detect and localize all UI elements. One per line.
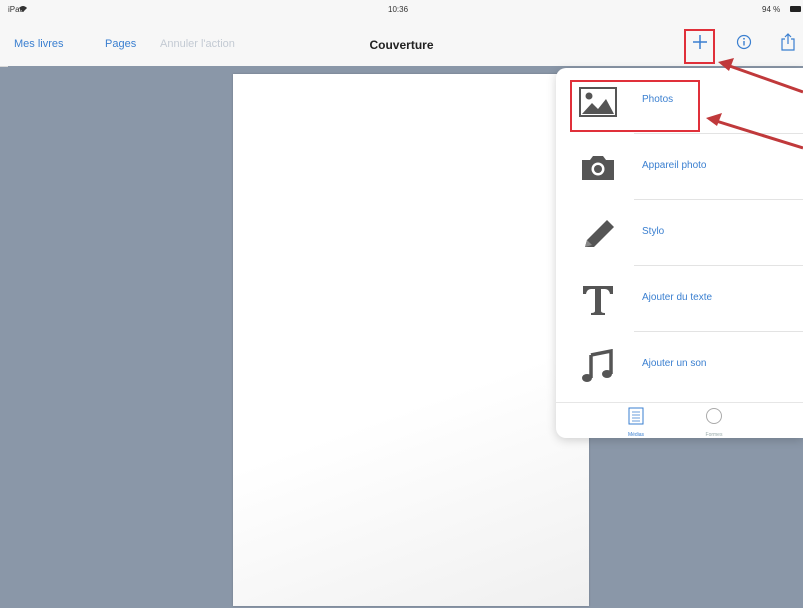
battery-percent: 94 % — [762, 5, 781, 14]
text-icon — [576, 280, 620, 320]
tab-media[interactable]: Médias — [606, 407, 666, 438]
photos-highlight — [570, 80, 700, 132]
status-bar: iPad 10:36 94 % — [0, 0, 803, 20]
menu-item-camera[interactable]: Appareil photo — [556, 134, 803, 200]
menu-item-add-sound[interactable]: Ajouter un son — [556, 332, 803, 398]
wifi-icon — [18, 5, 30, 15]
menu-item-label: Ajouter du texte — [642, 292, 713, 303]
menu-item-label: Stylo — [642, 226, 665, 237]
circle-shape-icon — [706, 408, 722, 424]
music-note-icon — [576, 346, 620, 386]
add-button-highlight — [684, 29, 715, 64]
clock: 10:36 — [388, 5, 409, 14]
book-page[interactable] — [233, 74, 589, 606]
menu-item-label: Appareil photo — [642, 160, 707, 171]
popover-tab-bar: Médias Formes — [556, 402, 803, 438]
page-title: Couverture — [369, 38, 434, 52]
tab-label: Formes — [705, 432, 723, 438]
share-icon[interactable] — [776, 30, 800, 54]
battery-icon — [790, 6, 801, 12]
media-grid-icon — [628, 407, 644, 425]
menu-item-label: Ajouter un son — [642, 358, 707, 369]
info-icon[interactable] — [732, 30, 756, 54]
pen-icon — [576, 214, 620, 254]
tab-shapes[interactable]: Formes — [684, 407, 744, 438]
menu-item-pen[interactable]: Stylo — [556, 200, 803, 266]
camera-icon — [576, 148, 620, 188]
menu-item-add-text[interactable]: Ajouter du texte — [556, 266, 803, 332]
tab-label: Médias — [627, 432, 645, 438]
navigation-bar: Mes livres Pages Annuler l'action Couver… — [0, 20, 803, 67]
